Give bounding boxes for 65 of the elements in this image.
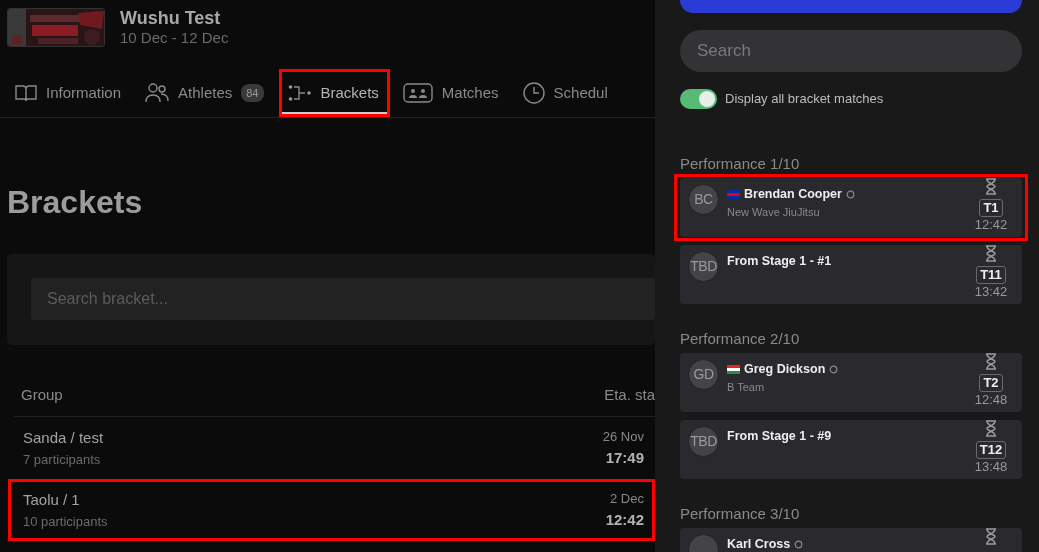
column-header: Group [21, 385, 64, 406]
match-card[interactable]: TBD From Stage 1 - #9 T12 13:48 [680, 420, 1022, 479]
match-time: 13:42 [974, 284, 1008, 299]
avatar: BC [688, 184, 719, 215]
match-time: 12:42 [974, 217, 1008, 232]
status-ring-icon [794, 539, 804, 549]
athlete-name: From Stage 1 - #9 [727, 428, 832, 445]
bracket-icon [287, 84, 312, 102]
match-card[interactable]: GD Greg Dickson B Team T2 12:48 [680, 353, 1022, 412]
hourglass-icon [985, 528, 997, 545]
match-card[interactable]: TBD From Stage 1 - #1 T11 13:42 [680, 245, 1022, 304]
people-icon [145, 83, 170, 103]
club-name: New Wave JiuJitsu [727, 204, 821, 220]
section-heading: Performance 1/10 [680, 155, 801, 173]
hourglass-icon [985, 353, 997, 370]
section-heading: Performance 2/10 [680, 330, 801, 348]
mat-label: T2 [979, 374, 1003, 392]
status-ring-icon [829, 364, 839, 374]
tab[interactable]: Brackets [278, 69, 390, 117]
flag-icon [727, 189, 740, 199]
event-dates: 10 Dec - 12 Dec [120, 28, 229, 48]
search-field[interactable]: Search bracket... [31, 278, 655, 320]
count-badge: 84 [241, 83, 264, 103]
hourglass-icon [985, 420, 997, 437]
start-date: 2 Dec [609, 490, 644, 508]
tab[interactable]: Schedul [513, 69, 619, 117]
athlete-name: From Stage 1 - #1 [727, 253, 832, 270]
search-field[interactable]: Search [680, 30, 1022, 72]
match-card[interactable]: Karl Cross [680, 528, 1022, 552]
column-header: Eta. sta [604, 385, 655, 406]
tab[interactable]: Matches [393, 69, 510, 117]
tab[interactable]: Athletes 84 [136, 69, 275, 117]
group-name: Sanda / test [23, 428, 105, 448]
avatar: TBD [688, 251, 719, 282]
athlete-name: Greg Dickson [744, 361, 826, 378]
page-heading: Brackets [7, 183, 144, 222]
group-name: Taolu / 1 [23, 490, 81, 510]
event-title: Wushu Test [120, 8, 222, 28]
mat-label: T1 [979, 199, 1003, 217]
hourglass-icon [985, 178, 997, 195]
status-ring-icon [845, 189, 855, 199]
start-time: 12:42 [605, 509, 644, 530]
avatar: GD [688, 359, 719, 390]
section-heading: Performance 3/10 [680, 505, 801, 523]
faces-icon [402, 83, 433, 103]
toggle-label: Display all bracket matches [725, 90, 884, 109]
match-card[interactable]: BC Brendan Cooper New Wave JiuJitsu T1 12:42 [680, 178, 1022, 237]
participant-count: 10 participants [23, 512, 109, 531]
start-time: 17:49 [604, 447, 644, 468]
book-icon [15, 84, 37, 102]
athlete-name: Karl Cross [727, 536, 791, 552]
mat-label: T12 [975, 441, 1007, 459]
participant-count: 7 participants [23, 450, 102, 469]
flag-icon [727, 364, 740, 374]
match-time: 12:48 [974, 392, 1008, 407]
avatar: TBD [688, 426, 719, 457]
tab[interactable]: Information [6, 69, 133, 117]
toggle-switch[interactable] [680, 89, 717, 109]
match-time: 13:48 [974, 459, 1008, 474]
hourglass-icon [985, 245, 997, 262]
start-date: 26 Nov [602, 428, 644, 446]
athlete-name: Brendan Cooper [744, 186, 842, 203]
mat-label: T11 [976, 266, 1006, 284]
clock-icon [522, 82, 545, 104]
club-name: B Team [727, 379, 766, 395]
